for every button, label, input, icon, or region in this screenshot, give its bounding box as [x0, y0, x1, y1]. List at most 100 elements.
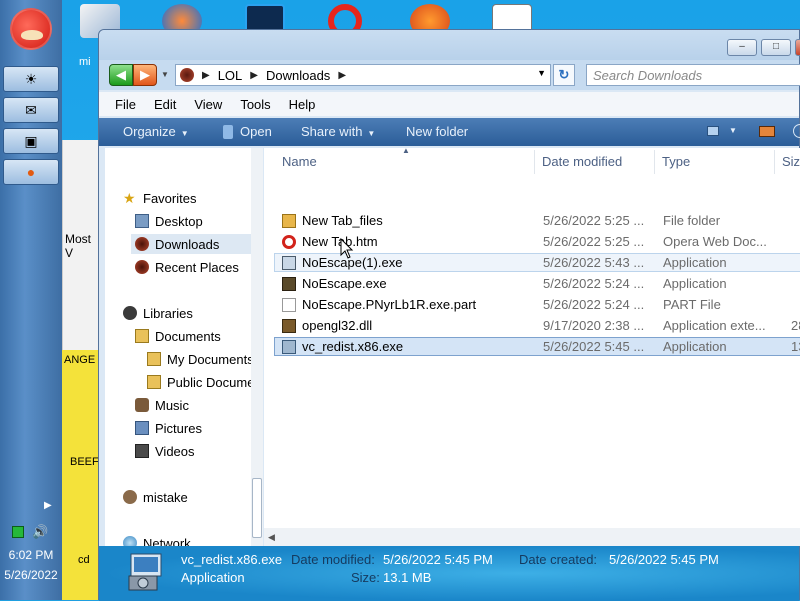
nav-pictures[interactable]: Pictures [135, 418, 202, 438]
music-icon [135, 398, 149, 412]
menu-file[interactable]: File [115, 97, 136, 112]
menu-help[interactable]: Help [289, 97, 316, 112]
menu-bar: File Edit View Tools Help [99, 92, 799, 116]
sort-ascending-icon: ▲ [402, 148, 410, 155]
maximize-button[interactable]: □ [761, 39, 791, 56]
file-row[interactable]: New Tab_files 5/26/2022 5:25 ... File fo… [274, 211, 800, 230]
column-header-type[interactable]: Type [662, 154, 690, 169]
forward-arrow-icon: ▶ [140, 67, 150, 82]
nav-recent-places[interactable]: Recent Places [135, 257, 239, 277]
file-row[interactable]: vc_redist.x86.exe 5/26/2022 5:45 ... App… [274, 337, 800, 356]
menu-edit[interactable]: Edit [154, 97, 176, 112]
taskbar-button-explorer[interactable]: ▣ [3, 128, 59, 154]
file-row[interactable]: NoEscape.PNyrLb1R.exe.part 5/26/2022 5:2… [274, 295, 800, 314]
file-row[interactable]: opengl32.dll 9/17/2020 2:38 ... Applicat… [274, 316, 800, 335]
nav-downloads[interactable]: Downloads [131, 234, 251, 254]
details-date-modified-label: Date modified: [291, 552, 375, 567]
nav-my-documents[interactable]: My Documents [147, 349, 254, 369]
taskbar-button-firefox[interactable]: ● [3, 159, 59, 185]
mouse-cursor-icon [340, 238, 354, 259]
file-size: 28 [791, 318, 800, 333]
open-icon [223, 125, 233, 139]
desktop-icon [135, 214, 149, 228]
scroll-left-icon[interactable]: ◀ [268, 532, 275, 543]
breadcrumb-separator-icon[interactable]: ▶ [338, 70, 346, 81]
background-window-text: Most V [65, 232, 92, 260]
search-input[interactable] [586, 64, 800, 86]
folder-icon [282, 214, 296, 228]
breadcrumb-downloads[interactable]: Downloads [266, 68, 330, 83]
system-tray: 🔊 [12, 524, 48, 540]
share-with-label: Share with [301, 124, 363, 139]
nav-desktop-label: Desktop [155, 213, 203, 229]
nav-desktop[interactable]: Desktop [135, 211, 203, 231]
breadcrumb-lol[interactable]: LOL [218, 68, 243, 83]
column-divider[interactable] [534, 150, 535, 174]
explorer-window: – □ ✕ ◀ ▶ ▼ ▶ LOL ▶ Downloads ▶ ▼ ↻ File… [98, 29, 800, 601]
nav-network[interactable]: Network [123, 533, 191, 546]
organize-button[interactable]: Organize ▼ [123, 124, 189, 139]
file-name: vc_redist.x86.exe [302, 339, 404, 354]
column-header-name[interactable]: Name [282, 154, 317, 169]
start-button-angry-bird-icon[interactable] [10, 8, 52, 50]
tray-expand-icon[interactable]: ▶ [44, 500, 52, 511]
nav-documents-label: Documents [155, 328, 221, 344]
organize-label: Organize [123, 124, 176, 139]
nav-documents[interactable]: Documents [135, 326, 221, 346]
close-button[interactable]: ✕ [795, 39, 800, 56]
address-bar[interactable]: ▶ LOL ▶ Downloads ▶ ▼ [175, 64, 551, 86]
menu-tools[interactable]: Tools [240, 97, 270, 112]
file-type: File folder [663, 213, 721, 228]
volume-icon[interactable]: 🔊 [32, 524, 48, 540]
nav-favorites[interactable]: ★ Favorites [123, 188, 196, 208]
background-game-label-2: BEEF [70, 456, 99, 468]
taskbar-button-app[interactable]: ✉ [3, 97, 59, 123]
clock-time[interactable]: 6:02 PM [0, 548, 62, 562]
star-icon: ★ [123, 190, 136, 206]
recent-pages-dropdown-icon[interactable]: ▼ [161, 70, 169, 79]
minimize-button[interactable]: – [727, 39, 757, 56]
forward-button[interactable]: ▶ [133, 64, 157, 86]
details-date-created: 5/26/2022 5:45 PM [609, 552, 719, 567]
details-date-created-label: Date created: [519, 552, 598, 567]
file-row[interactable]: NoEscape.exe 5/26/2022 5:24 ... Applicat… [274, 274, 800, 293]
nav-pictures-label: Pictures [155, 420, 202, 436]
file-date: 5/26/2022 5:25 ... [543, 234, 645, 249]
nav-mistake[interactable]: mistake [123, 487, 188, 507]
column-header-size[interactable]: Size [782, 154, 800, 169]
column-header-date-modified[interactable]: Date modified [542, 154, 622, 169]
open-button[interactable]: Open [240, 124, 272, 139]
refresh-button[interactable]: ↻ [553, 64, 575, 86]
network-status-icon[interactable] [12, 526, 24, 538]
nav-music[interactable]: Music [135, 395, 189, 415]
nav-public-documents[interactable]: Public Documents [147, 372, 263, 392]
change-view-icon[interactable] [707, 126, 719, 136]
chevron-down-icon[interactable]: ▼ [729, 126, 737, 135]
file-type: Application [663, 276, 727, 291]
nav-my-documents-label: My Documents [167, 351, 254, 367]
address-dropdown-icon[interactable]: ▼ [537, 68, 546, 78]
menu-view[interactable]: View [194, 97, 222, 112]
help-icon[interactable] [793, 124, 800, 138]
share-with-button[interactable]: Share with ▼ [301, 124, 375, 139]
title-bar[interactable]: – □ ✕ [99, 30, 800, 60]
pictures-icon [135, 421, 149, 435]
preview-pane-icon[interactable] [759, 126, 775, 137]
file-date: 5/26/2022 5:45 ... [543, 339, 645, 354]
column-divider[interactable] [654, 150, 655, 174]
column-divider[interactable] [774, 150, 775, 174]
file-size: 13 [791, 339, 800, 354]
new-folder-button[interactable]: New folder [406, 124, 468, 139]
details-file-name: vc_redist.x86.exe [181, 552, 283, 567]
clock-date[interactable]: 5/26/2022 [0, 568, 62, 582]
horizontal-scrollbar[interactable]: ◀ [264, 528, 800, 546]
background-game-label-3: cd [78, 554, 90, 566]
back-button[interactable]: ◀ [109, 64, 133, 86]
nav-videos[interactable]: Videos [135, 441, 195, 461]
nav-music-label: Music [155, 397, 189, 413]
file-list: ▲ Name Date modified Type Size New Tab_f… [264, 148, 800, 546]
chevron-down-icon: ▼ [367, 129, 376, 138]
taskbar-button-weather[interactable]: ☀ [3, 66, 59, 92]
nav-libraries[interactable]: Libraries [123, 303, 193, 323]
nav-scrollbar-thumb[interactable] [252, 478, 262, 538]
